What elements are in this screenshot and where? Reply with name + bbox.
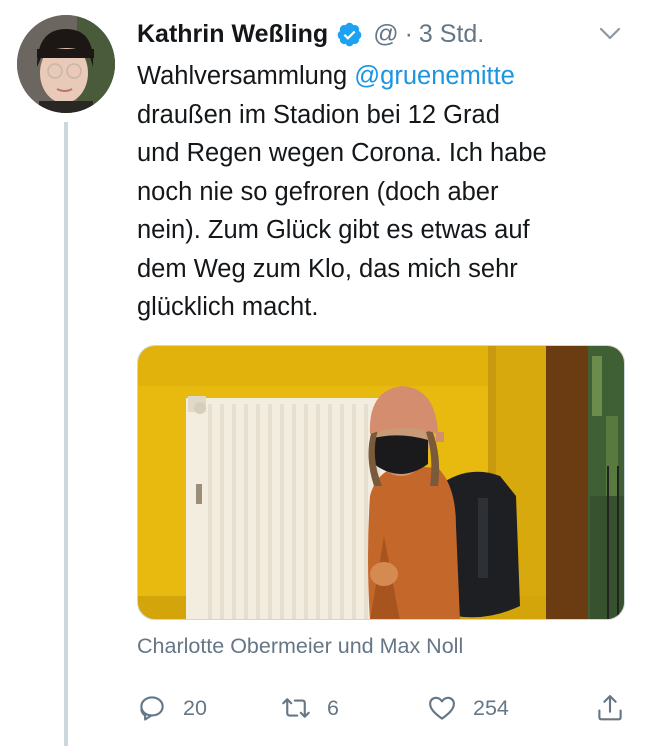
separator-dot: · — [404, 19, 413, 48]
chevron-down-icon[interactable] — [598, 24, 622, 44]
tweet-header: Kathrin Weßling @ · 3 Std. — [137, 14, 484, 54]
tweet-line: glücklich macht. — [137, 293, 319, 321]
retweet-count: 6 — [327, 695, 339, 720]
verified-badge-icon — [336, 21, 363, 48]
like-button[interactable]: 254 — [427, 688, 509, 728]
tweet-line: noch nie so gefroren (doch aber — [137, 177, 499, 206]
share-icon — [595, 693, 625, 723]
retweet-icon — [281, 693, 311, 723]
like-icon — [427, 693, 457, 723]
tweet-text: Wahlversammlung @gruenemitte draußen im … — [137, 57, 632, 327]
tweet-line: draußen im Stadion bei 12 Grad — [137, 100, 500, 129]
avatar[interactable] — [17, 15, 115, 113]
tweet-line: nein). Zum Glück gibt es etwas auf — [137, 216, 530, 244]
reply-icon — [137, 693, 167, 723]
reply-button[interactable]: 20 — [137, 688, 207, 728]
tweet-line-text: Wahlversammlung — [137, 62, 355, 90]
tweet-line: und Regen wegen Corona. Ich habe — [137, 139, 547, 167]
tweet-actions: 20 6 254 — [137, 688, 632, 728]
reply-count: 20 — [183, 695, 207, 720]
like-count: 254 — [473, 695, 509, 720]
tweet-photo[interactable] — [137, 345, 625, 620]
retweet-button[interactable]: 6 — [281, 688, 339, 728]
tweet[interactable]: Kathrin Weßling @ · 3 Std. Wahlversammlu… — [0, 0, 654, 746]
share-button[interactable] — [595, 688, 625, 728]
tweet-line: Wahlversammlung @gruenemitte — [137, 57, 632, 96]
display-name[interactable]: Kathrin Weßling — [137, 20, 328, 49]
tweet-line: dem Weg zum Klo, das mich sehr — [137, 254, 518, 283]
tagged-people[interactable]: Charlotte Obermeier und Max Noll — [137, 634, 463, 659]
thread-line — [64, 122, 68, 746]
mention-link[interactable]: @gruenemitte — [354, 62, 515, 90]
timestamp[interactable]: 3 Std. — [419, 20, 484, 49]
handle[interactable]: @ — [373, 20, 398, 49]
